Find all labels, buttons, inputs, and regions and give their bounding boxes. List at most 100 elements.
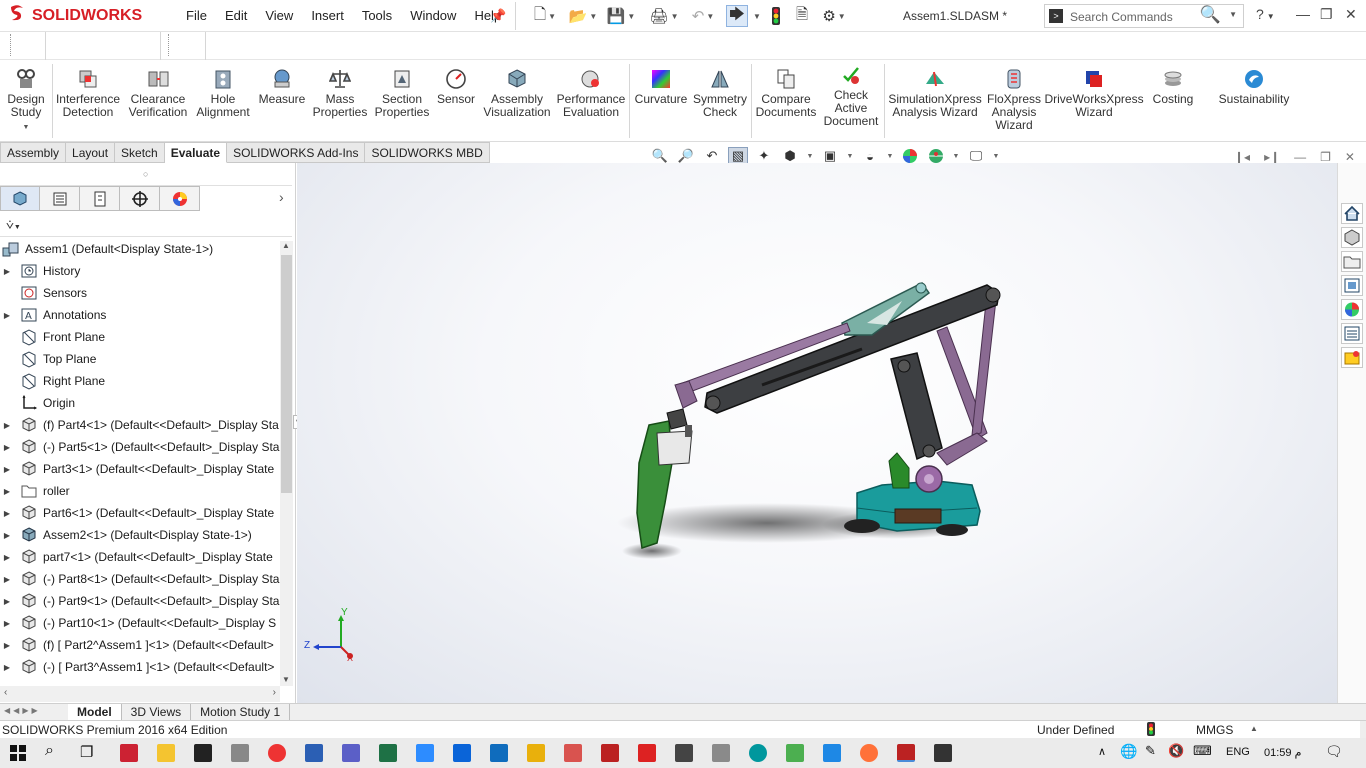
driveworksxpress-button[interactable]: DriveWorksXpress Wizard [1044, 68, 1144, 119]
windows-start-icon[interactable] [10, 745, 26, 764]
tree-item[interactable]: Top Plane [0, 348, 280, 370]
tree-vertical-scrollbar[interactable]: ▲ ▼ [280, 241, 293, 686]
tab-sketch[interactable]: Sketch [115, 142, 165, 163]
scrollbar-thumb[interactable] [281, 255, 292, 493]
graphics-area[interactable]: Y Z X [297, 163, 1337, 703]
app-icon-6[interactable] [712, 744, 730, 762]
clearance-verification-button[interactable]: Clearance Verification [124, 68, 192, 119]
configuration-manager-tab-icon[interactable] [80, 186, 120, 211]
solidworks-logo[interactable]: SOLIDWORKS [8, 5, 142, 27]
interference-detection-button[interactable]: Interference Detection [55, 68, 121, 119]
viewport-tile-right-icon[interactable]: ▸❙ [1264, 150, 1280, 164]
app-icon-4[interactable] [638, 744, 656, 762]
tree-horizontal-scrollbar[interactable]: ‹ › [0, 686, 280, 702]
excel-taskbar-icon[interactable] [379, 744, 397, 762]
tree-item[interactable]: ▶ Part6<1> (Default<<Default>_Display Sta… [0, 502, 280, 524]
bluetooth-taskbar-icon[interactable] [453, 744, 471, 762]
select-dropdown-icon[interactable]: ▼ [750, 5, 762, 27]
search-icon[interactable]: 🔍 [1200, 5, 1221, 25]
teams-taskbar-icon[interactable] [342, 744, 360, 762]
menu-file[interactable]: File [180, 8, 213, 23]
word-taskbar-icon[interactable] [305, 744, 323, 762]
keyboard-icon[interactable]: ⌨ [1193, 743, 1212, 759]
zoom-taskbar-icon[interactable] [416, 744, 434, 762]
solidworks-resources-home-icon[interactable] [1341, 203, 1363, 224]
viewport-tile-left-icon[interactable]: ❙◂ [1234, 150, 1250, 164]
display-manager-tab-icon[interactable] [160, 186, 200, 211]
rebuild-traffic-light-icon[interactable] [766, 5, 786, 27]
tab-evaluate[interactable]: Evaluate [164, 142, 228, 163]
input-language[interactable]: ENG [1226, 746, 1250, 758]
sustainability-button[interactable]: Sustainability [1212, 68, 1296, 106]
options-gear-icon[interactable]: ⚙ ▼ [816, 5, 852, 27]
assembly-visualization-button[interactable]: Assembly Visualization [482, 68, 552, 119]
tree-item[interactable]: ▶ (-) [ Part3^Assem1 ]<1> (Default<<Defau… [0, 656, 280, 678]
expand-arrow-icon[interactable]: ▶ [0, 597, 14, 606]
mail-taskbar-icon[interactable] [194, 744, 212, 762]
tree-item[interactable]: ▶ History [0, 260, 280, 282]
menu-edit[interactable]: Edit [219, 8, 253, 23]
hole-alignment-button[interactable]: Hole Alignment [194, 68, 252, 119]
design-library-icon[interactable] [1341, 227, 1363, 248]
menu-tools[interactable]: Tools [356, 8, 398, 23]
turntable-base[interactable] [844, 452, 981, 536]
tab-solidworks-addins[interactable]: SOLIDWORKS Add-Ins [227, 142, 366, 163]
search-commands-box[interactable]: > Search Commands 🔍 ▼ [1044, 4, 1244, 28]
task-view-icon[interactable]: ❐ [80, 743, 93, 761]
close-icon[interactable]: ✕ [1345, 6, 1357, 23]
check-active-document-button[interactable]: Check Active Document [822, 64, 880, 128]
tree-item[interactable]: ▶ Assem2<1> (Default<Display State-1>) [0, 524, 280, 546]
tab-scroll-arrows[interactable]: ◀ ◀ ▶ ▶ [0, 704, 68, 721]
expand-arrow-icon[interactable]: ▶ [0, 487, 14, 496]
expand-arrow-icon[interactable]: ▶ [0, 509, 14, 518]
solidworks-taskbar-icon[interactable] [601, 744, 619, 762]
tree-item[interactable]: ▶ A Annotations [0, 304, 280, 326]
print-icon[interactable]: 🖨 ▼ [646, 5, 682, 27]
app-icon-7[interactable] [786, 744, 804, 762]
help-icon[interactable]: ? ▼ [1256, 6, 1275, 22]
tab-assembly[interactable]: Assembly [0, 142, 67, 163]
panel-grip-icon[interactable]: ○ [143, 169, 148, 179]
clock[interactable]: 01:59 م [1264, 746, 1301, 759]
mass-properties-button[interactable]: Mass Properties [312, 68, 368, 119]
appearances-scenes-icon[interactable] [1341, 299, 1363, 320]
units-dropdown-icon[interactable]: ▲ [1250, 724, 1258, 733]
scroll-left-icon[interactable]: ‹ [4, 687, 7, 698]
performance-evaluation-button[interactable]: Performance Evaluation [556, 68, 626, 119]
filter-icon[interactable]: ⩒▼ [6, 217, 21, 233]
view-palette-icon[interactable] [1341, 275, 1363, 296]
chrome-taskbar-icon[interactable] [268, 744, 286, 762]
restore-icon[interactable]: ❐ [1320, 6, 1333, 23]
tree-item[interactable]: Right Plane [0, 370, 280, 392]
notifications-icon[interactable]: 🗨 [1325, 743, 1343, 760]
network-icon[interactable]: 🌐 [1120, 743, 1137, 760]
scroll-right-icon[interactable]: › [273, 687, 276, 698]
menu-insert[interactable]: Insert [305, 8, 350, 23]
section-properties-button[interactable]: Section Properties [372, 68, 432, 119]
custom-properties-icon[interactable] [1341, 323, 1363, 344]
tray-chevron-icon[interactable]: ∧ [1098, 745, 1106, 758]
viewport-minimize-icon[interactable]: — [1294, 150, 1306, 164]
expand-arrow-icon[interactable]: ▶ [0, 641, 14, 650]
tree-item[interactable]: ▶ (f) [ Part2^Assem1 ]<1> (Default<<Defau… [0, 634, 280, 656]
simulationxpress-button[interactable]: SimulationXpress Analysis Wizard [888, 68, 982, 119]
expand-arrow-icon[interactable]: ▶ [0, 311, 14, 320]
dimxpert-manager-tab-icon[interactable] [120, 186, 160, 211]
arduino-taskbar-icon[interactable] [749, 744, 767, 762]
robot-arm-model[interactable] [297, 163, 1337, 703]
compare-documents-button[interactable]: Compare Documents [754, 68, 818, 119]
taskbar-search-icon[interactable]: ⌕ [45, 742, 54, 760]
volume-icon[interactable]: 🔇 [1168, 743, 1184, 759]
status-units[interactable]: MMGS [1196, 723, 1233, 737]
pen-icon[interactable]: ✎ [1145, 743, 1156, 759]
tree-item[interactable]: Front Plane [0, 326, 280, 348]
app-icon-1[interactable] [120, 744, 138, 762]
tab-layout[interactable]: Layout [66, 142, 116, 163]
measure-button[interactable]: Measure [256, 68, 308, 106]
expand-arrow-icon[interactable]: ▶ [0, 553, 14, 562]
floxpress-button[interactable]: FloXpress Analysis Wizard [984, 68, 1044, 132]
tree-item[interactable]: ▶ (f) Part4<1> (Default<<Default>_Display… [0, 414, 280, 436]
tree-item[interactable]: ▶ part7<1> (Default<<Default>_Display Sta… [0, 546, 280, 568]
tab-3d-views[interactable]: 3D Views [122, 703, 192, 721]
tree-item[interactable]: Sensors [0, 282, 280, 304]
